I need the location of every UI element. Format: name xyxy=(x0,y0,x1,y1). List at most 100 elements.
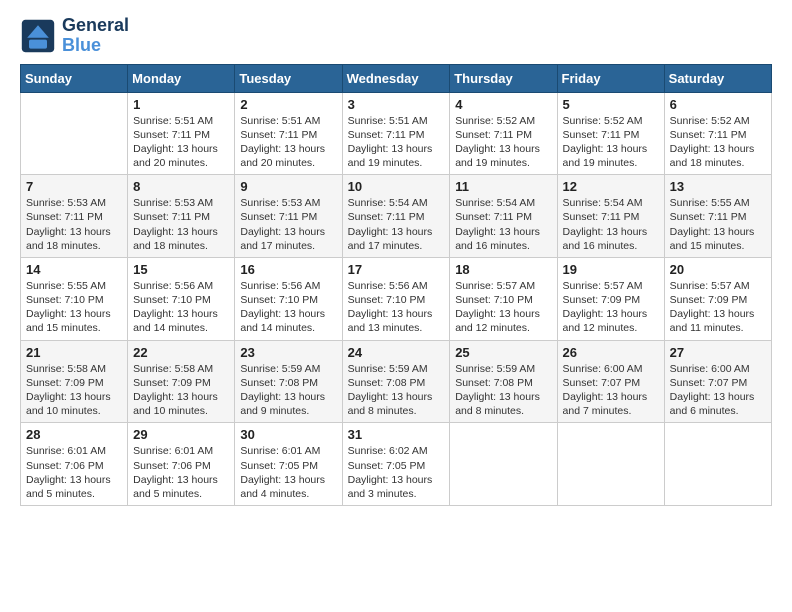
day-info: Sunrise: 5:51 AMSunset: 7:11 PMDaylight:… xyxy=(240,114,336,171)
calendar-day-cell: 26 Sunrise: 6:00 AMSunset: 7:07 PMDayligh… xyxy=(557,340,664,423)
calendar-day-cell: 10Sunrise: 5:54 AMSunset: 7:11 PMDayligh… xyxy=(342,175,450,258)
day-info: Sunrise: 5:57 AMSunset: 7:09 PMDaylight:… xyxy=(670,279,766,336)
day-info: Sunrise: 5:53 AMSunset: 7:11 PMDaylight:… xyxy=(133,196,229,253)
day-number: 17 xyxy=(348,262,445,277)
calendar-day-cell: 2 Sunrise: 5:51 AMSunset: 7:11 PMDaylight… xyxy=(235,92,342,175)
calendar-day-cell: 21 Sunrise: 5:58 AMSunset: 7:09 PMDayligh… xyxy=(21,340,128,423)
day-number: 26 xyxy=(563,345,659,360)
day-info: Sunrise: 5:58 AMSunset: 7:09 PMDaylight:… xyxy=(133,362,229,419)
calendar-day-cell: 31Sunrise: 6:02 AMSunset: 7:05 PMDayligh… xyxy=(342,423,450,506)
day-number: 5 xyxy=(563,97,659,112)
day-number: 11 xyxy=(455,179,551,194)
day-info: Sunrise: 5:51 AMSunset: 7:11 PMDaylight:… xyxy=(348,114,445,171)
day-number: 14 xyxy=(26,262,122,277)
calendar-header-row: SundayMondayTuesdayWednesdayThursdayFrid… xyxy=(21,64,772,92)
calendar-day-cell: 24 Sunrise: 5:59 AMSunset: 7:08 PMDayligh… xyxy=(342,340,450,423)
day-number: 18 xyxy=(455,262,551,277)
calendar-day-cell: 7Sunrise: 5:53 AMSunset: 7:11 PMDaylight… xyxy=(21,175,128,258)
day-info: Sunrise: 5:52 AMSunset: 7:11 PMDaylight:… xyxy=(670,114,766,171)
calendar-day-cell: 4Sunrise: 5:52 AMSunset: 7:11 PMDaylight… xyxy=(450,92,557,175)
day-info: Sunrise: 5:54 AMSunset: 7:11 PMDaylight:… xyxy=(563,196,659,253)
day-info: Sunrise: 6:00 AMSunset: 7:07 PMDaylight:… xyxy=(670,362,766,419)
calendar-day-cell: 9 Sunrise: 5:53 AMSunset: 7:11 PMDaylight… xyxy=(235,175,342,258)
day-info: Sunrise: 6:01 AMSunset: 7:05 PMDaylight:… xyxy=(240,444,336,501)
day-info: Sunrise: 5:54 AMSunset: 7:11 PMDaylight:… xyxy=(455,196,551,253)
calendar-day-cell: 6 Sunrise: 5:52 AMSunset: 7:11 PMDaylight… xyxy=(664,92,771,175)
logo-icon xyxy=(20,18,56,54)
day-number: 21 xyxy=(26,345,122,360)
calendar-day-cell: 12 Sunrise: 5:54 AMSunset: 7:11 PMDayligh… xyxy=(557,175,664,258)
calendar-day-cell: 3 Sunrise: 5:51 AMSunset: 7:11 PMDaylight… xyxy=(342,92,450,175)
calendar-day-cell: 30Sunrise: 6:01 AMSunset: 7:05 PMDayligh… xyxy=(235,423,342,506)
day-number: 9 xyxy=(240,179,336,194)
weekday-header: Saturday xyxy=(664,64,771,92)
calendar-day-cell xyxy=(21,92,128,175)
weekday-header: Thursday xyxy=(450,64,557,92)
day-number: 23 xyxy=(240,345,336,360)
day-info: Sunrise: 5:54 AMSunset: 7:11 PMDaylight:… xyxy=(348,196,445,253)
day-number: 24 xyxy=(348,345,445,360)
day-info: Sunrise: 5:58 AMSunset: 7:09 PMDaylight:… xyxy=(26,362,122,419)
day-number: 1 xyxy=(133,97,229,112)
day-info: Sunrise: 6:00 AMSunset: 7:07 PMDaylight:… xyxy=(563,362,659,419)
calendar-day-cell: 5 Sunrise: 5:52 AMSunset: 7:11 PMDaylight… xyxy=(557,92,664,175)
day-info: Sunrise: 5:56 AMSunset: 7:10 PMDaylight:… xyxy=(240,279,336,336)
day-number: 31 xyxy=(348,427,445,442)
day-number: 29 xyxy=(133,427,229,442)
calendar-day-cell: 15 Sunrise: 5:56 AMSunset: 7:10 PMDayligh… xyxy=(128,257,235,340)
day-number: 3 xyxy=(348,97,445,112)
day-number: 19 xyxy=(563,262,659,277)
logo: General Blue xyxy=(20,16,129,56)
calendar-day-cell: 22 Sunrise: 5:58 AMSunset: 7:09 PMDayligh… xyxy=(128,340,235,423)
calendar-day-cell: 27 Sunrise: 6:00 AMSunset: 7:07 PMDayligh… xyxy=(664,340,771,423)
calendar-week-row: 28 Sunrise: 6:01 AMSunset: 7:06 PMDayligh… xyxy=(21,423,772,506)
weekday-header: Friday xyxy=(557,64,664,92)
day-info: Sunrise: 5:53 AMSunset: 7:11 PMDaylight:… xyxy=(240,196,336,253)
calendar-week-row: 21 Sunrise: 5:58 AMSunset: 7:09 PMDayligh… xyxy=(21,340,772,423)
day-number: 8 xyxy=(133,179,229,194)
calendar-day-cell: 17 Sunrise: 5:56 AMSunset: 7:10 PMDayligh… xyxy=(342,257,450,340)
day-number: 20 xyxy=(670,262,766,277)
weekday-header: Monday xyxy=(128,64,235,92)
day-info: Sunrise: 5:59 AMSunset: 7:08 PMDaylight:… xyxy=(455,362,551,419)
calendar-day-cell xyxy=(450,423,557,506)
day-info: Sunrise: 5:59 AMSunset: 7:08 PMDaylight:… xyxy=(348,362,445,419)
calendar-day-cell xyxy=(557,423,664,506)
calendar-day-cell: 8 Sunrise: 5:53 AMSunset: 7:11 PMDaylight… xyxy=(128,175,235,258)
weekday-header: Tuesday xyxy=(235,64,342,92)
weekday-header: Sunday xyxy=(21,64,128,92)
day-number: 22 xyxy=(133,345,229,360)
calendar-day-cell: 14Sunrise: 5:55 AMSunset: 7:10 PMDayligh… xyxy=(21,257,128,340)
calendar-day-cell: 25Sunrise: 5:59 AMSunset: 7:08 PMDayligh… xyxy=(450,340,557,423)
day-number: 27 xyxy=(670,345,766,360)
day-number: 16 xyxy=(240,262,336,277)
day-number: 28 xyxy=(26,427,122,442)
day-number: 12 xyxy=(563,179,659,194)
calendar-week-row: 7Sunrise: 5:53 AMSunset: 7:11 PMDaylight… xyxy=(21,175,772,258)
day-info: Sunrise: 5:52 AMSunset: 7:11 PMDaylight:… xyxy=(563,114,659,171)
day-info: Sunrise: 5:55 AMSunset: 7:11 PMDaylight:… xyxy=(670,196,766,253)
day-info: Sunrise: 5:57 AMSunset: 7:09 PMDaylight:… xyxy=(563,279,659,336)
calendar-day-cell: 1 Sunrise: 5:51 AMSunset: 7:11 PMDaylight… xyxy=(128,92,235,175)
day-number: 13 xyxy=(670,179,766,194)
calendar-table: SundayMondayTuesdayWednesdayThursdayFrid… xyxy=(20,64,772,506)
day-info: Sunrise: 5:56 AMSunset: 7:10 PMDaylight:… xyxy=(133,279,229,336)
day-info: Sunrise: 5:52 AMSunset: 7:11 PMDaylight:… xyxy=(455,114,551,171)
day-number: 6 xyxy=(670,97,766,112)
logo-text: General Blue xyxy=(62,16,129,56)
calendar-day-cell: 20 Sunrise: 5:57 AMSunset: 7:09 PMDayligh… xyxy=(664,257,771,340)
calendar-day-cell xyxy=(664,423,771,506)
day-info: Sunrise: 5:53 AMSunset: 7:11 PMDaylight:… xyxy=(26,196,122,253)
day-info: Sunrise: 6:01 AMSunset: 7:06 PMDaylight:… xyxy=(26,444,122,501)
day-info: Sunrise: 5:51 AMSunset: 7:11 PMDaylight:… xyxy=(133,114,229,171)
calendar-day-cell: 18 Sunrise: 5:57 AMSunset: 7:10 PMDayligh… xyxy=(450,257,557,340)
calendar-week-row: 14Sunrise: 5:55 AMSunset: 7:10 PMDayligh… xyxy=(21,257,772,340)
calendar-day-cell: 19 Sunrise: 5:57 AMSunset: 7:09 PMDayligh… xyxy=(557,257,664,340)
calendar-week-row: 1 Sunrise: 5:51 AMSunset: 7:11 PMDaylight… xyxy=(21,92,772,175)
weekday-header: Wednesday xyxy=(342,64,450,92)
day-number: 15 xyxy=(133,262,229,277)
day-info: Sunrise: 5:56 AMSunset: 7:10 PMDaylight:… xyxy=(348,279,445,336)
day-info: Sunrise: 5:57 AMSunset: 7:10 PMDaylight:… xyxy=(455,279,551,336)
day-number: 2 xyxy=(240,97,336,112)
page-header: General Blue xyxy=(20,16,772,56)
